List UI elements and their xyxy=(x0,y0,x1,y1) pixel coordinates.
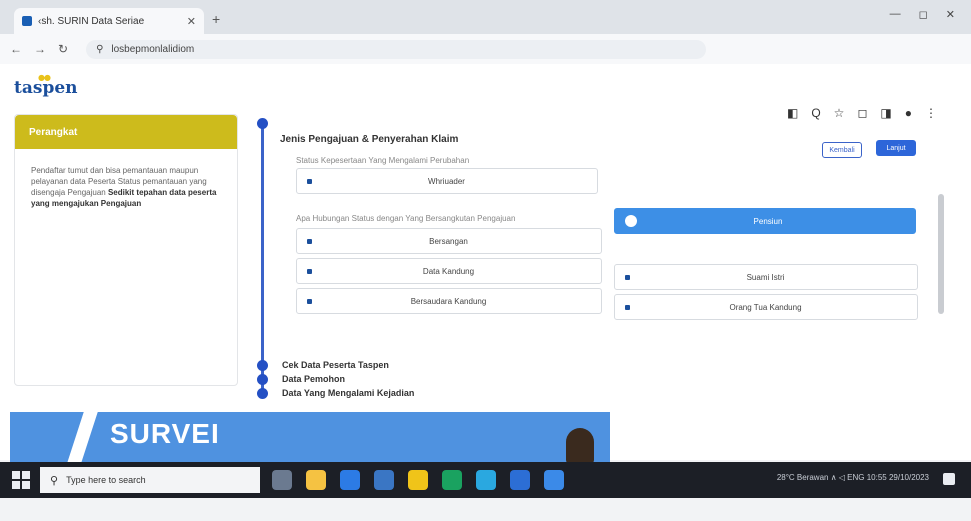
menu-kebab-icon[interactable]: ⋮ xyxy=(925,106,937,120)
search-placeholder: Type here to search xyxy=(66,475,146,485)
step-dot-4 xyxy=(257,388,268,399)
step-dot-1 xyxy=(257,118,268,129)
screen: ‹sh. SURIN Data Seriae ✕ + — ◻ ✕ ← → ↻ ⚲… xyxy=(0,0,971,521)
sidepanel-icon[interactable]: ◨ xyxy=(880,106,891,120)
option-label: Suami Istri xyxy=(746,272,785,282)
option-relation-5[interactable]: Orang Tua Kandung xyxy=(614,294,918,320)
taskbar-app-icon[interactable] xyxy=(272,470,292,490)
bookmark-star-icon[interactable]: ☆ xyxy=(834,106,845,120)
extensions-icon[interactable]: ◻ xyxy=(857,106,867,120)
browser-tabbar: ‹sh. SURIN Data Seriae ✕ + — ◻ ✕ xyxy=(0,0,971,34)
search-icon: ⚲ xyxy=(50,474,59,487)
option-label: Whriuader xyxy=(428,176,465,186)
option-label: Data Kandung xyxy=(422,266,475,276)
tab-title: ‹sh. SURIN Data Seriae xyxy=(38,15,145,27)
taskbar-app-icon[interactable] xyxy=(510,470,530,490)
option-label: Bersaudara Kandung xyxy=(410,296,487,306)
windows-taskbar: ⚲ Type here to search 28°C Berawan ∧ ◁ E… xyxy=(0,462,971,498)
favicon-icon xyxy=(22,16,32,26)
step-dot-3 xyxy=(257,374,268,385)
url-text: losbepmonlalidiom xyxy=(111,43,195,55)
taskbar-app-icon[interactable] xyxy=(408,470,428,490)
survey-banner[interactable]: SURVEI xyxy=(10,412,610,464)
page-scrollbar[interactable] xyxy=(938,194,944,314)
extension-icon[interactable]: ◧ xyxy=(787,106,798,120)
taskbar-app-icons xyxy=(272,470,564,490)
option-label: Bersangan xyxy=(429,236,468,246)
taspen-logo[interactable]: ●● taspen xyxy=(14,72,78,98)
url-input[interactable]: ⚲ losbepmonlalidiom xyxy=(86,39,707,59)
system-tray: 28°C Berawan ∧ ◁ ENG 10:55 29/10/2023 xyxy=(777,473,955,485)
group-status-label: Status Kepesertaan Yang Mengalami Peruba… xyxy=(296,156,470,165)
back-button[interactable]: Kembali xyxy=(822,142,862,158)
stepper-line xyxy=(261,122,264,394)
step-dot-2 xyxy=(257,360,268,371)
tab-close-icon[interactable]: ✕ xyxy=(187,15,196,28)
taskbar-app-icon[interactable] xyxy=(306,470,326,490)
side-card-body: Pendaftar tumut dan bisa pemantauan maup… xyxy=(15,149,237,225)
taskbar-app-icon[interactable] xyxy=(476,470,496,490)
taskbar-app-icon[interactable] xyxy=(544,470,564,490)
side-info-card: Perangkat Pendaftar tumut dan bisa peman… xyxy=(14,114,238,386)
section-title: Jenis Pengajuan & Penyerahan Klaim xyxy=(280,134,459,145)
next-button[interactable]: Lanjut xyxy=(876,140,916,156)
notification-icon[interactable] xyxy=(943,473,955,485)
minimize-button[interactable]: — xyxy=(890,8,901,21)
step-label-1[interactable]: Cek Data Peserta Taspen xyxy=(282,360,389,370)
window-controls: — ◻ ✕ xyxy=(890,8,955,21)
zoom-icon[interactable]: Q xyxy=(811,106,820,120)
profile-icon[interactable]: ● xyxy=(905,106,912,120)
reload-icon[interactable]: ↻ xyxy=(58,42,68,56)
web-page: ●● taspen Perangkat Pendaftar tumut dan … xyxy=(0,64,971,460)
option-relation-4[interactable]: Suami Istri xyxy=(614,264,918,290)
site-info-icon[interactable]: ⚲ xyxy=(96,44,103,55)
option-relation-1[interactable]: Bersangan xyxy=(296,228,602,254)
side-card-header: Perangkat xyxy=(15,115,237,149)
forward-arrow-icon[interactable]: → xyxy=(34,42,46,56)
maximize-button[interactable]: ◻ xyxy=(919,8,928,21)
option-status-right[interactable]: Pensiun xyxy=(614,208,916,234)
person-avatar-icon xyxy=(566,428,594,464)
option-status-left[interactable]: Whriuader xyxy=(296,168,598,194)
option-selected-icon xyxy=(625,215,637,227)
banner-title: SURVEI xyxy=(110,418,220,449)
close-window-button[interactable]: ✕ xyxy=(946,8,955,21)
taskbar-app-icon[interactable] xyxy=(374,470,394,490)
option-label: Pensiun xyxy=(753,216,783,226)
back-arrow-icon[interactable]: ← xyxy=(10,42,22,56)
step-label-2[interactable]: Data Pemohon xyxy=(282,374,345,384)
browser-tab[interactable]: ‹sh. SURIN Data Seriae ✕ xyxy=(14,8,204,34)
tray-status-text[interactable]: 28°C Berawan ∧ ◁ ENG 10:55 29/10/2023 xyxy=(777,473,929,485)
group-relation-label: Apa Hubungan Status dengan Yang Bersangk… xyxy=(296,214,516,223)
browser-addressbar: ← → ↻ ⚲ losbepmonlalidiom xyxy=(0,34,971,64)
new-tab-button[interactable]: + xyxy=(212,11,220,27)
windows-start-icon[interactable] xyxy=(12,471,30,489)
browser-extension-icons: ◧ Q ☆ ◻ ◨ ● ⋮ xyxy=(787,106,937,120)
step-label-3[interactable]: Data Yang Mengalami Kejadian xyxy=(282,388,414,398)
option-relation-3[interactable]: Bersaudara Kandung xyxy=(296,288,602,314)
taskbar-app-icon[interactable] xyxy=(442,470,462,490)
option-relation-2[interactable]: Data Kandung xyxy=(296,258,602,284)
banner-slash-decoration xyxy=(64,412,98,464)
taskbar-app-icon[interactable] xyxy=(340,470,360,490)
option-label: Orang Tua Kandung xyxy=(729,302,802,312)
logo-dots-icon: ●● xyxy=(38,72,51,82)
taskbar-search-input[interactable]: ⚲ Type here to search xyxy=(40,467,260,493)
